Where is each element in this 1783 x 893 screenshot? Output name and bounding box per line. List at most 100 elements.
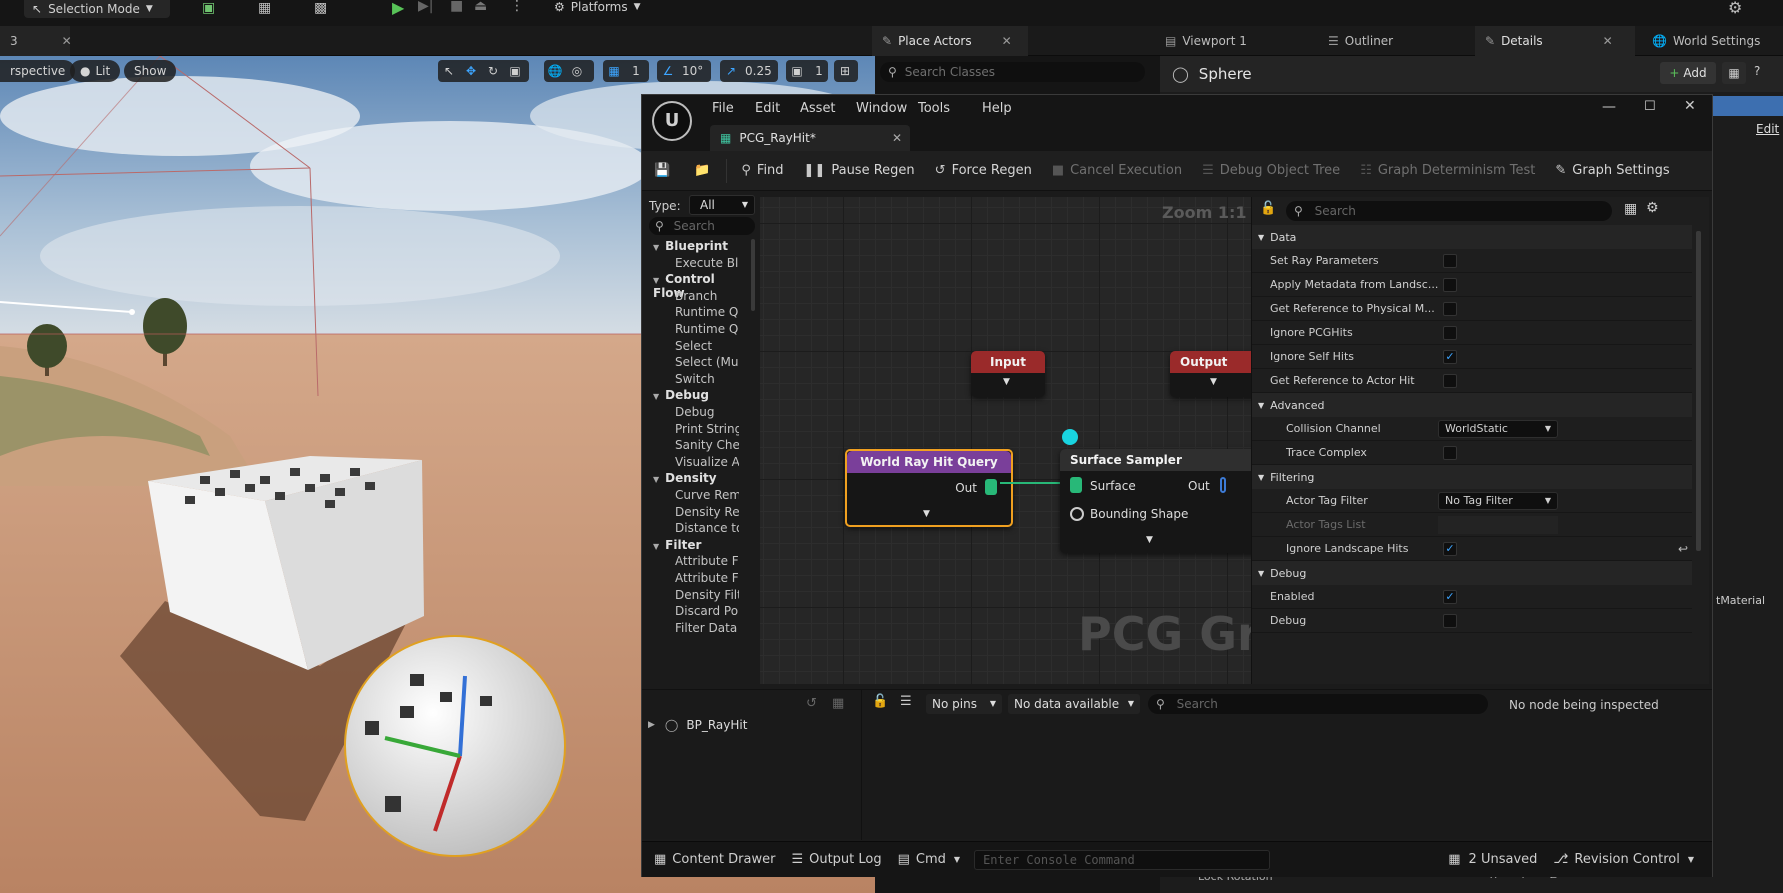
surface-sampler-node[interactable]: Surface Sampler Surface Out Bounding Sha… (1060, 449, 1251, 553)
close-icon[interactable]: ✕ (62, 34, 72, 48)
cmd-dropdown[interactable]: ▤ Cmd ▼ (890, 852, 968, 867)
menu-edit[interactable]: Edit (755, 101, 780, 116)
minimize-icon[interactable]: — (1602, 99, 1616, 115)
palette-scrollbar[interactable] (751, 239, 755, 311)
select-tool-icon[interactable]: ↖ (438, 60, 460, 82)
rotate-tool-icon[interactable]: ↻ (482, 60, 504, 82)
menu-tools[interactable]: Tools (918, 101, 950, 116)
details-scrollbar[interactable] (1696, 231, 1701, 551)
scale-snap[interactable]: ↗ 0.25 (720, 60, 778, 82)
palette-item[interactable]: Print String (675, 422, 739, 436)
palette-item[interactable]: Execute Blu (675, 256, 739, 270)
close-icon[interactable]: ✕ (892, 131, 902, 145)
tab-outliner[interactable]: ☰ Outliner (1318, 26, 1428, 56)
enabled-checkbox[interactable]: ✓ (1443, 589, 1457, 604)
place-actors-search[interactable]: ⚲ Search Classes (880, 62, 1145, 82)
console-input[interactable]: Enter Console Command (974, 849, 1271, 870)
output-log-button[interactable]: ☰ Output Log (783, 852, 889, 867)
tab-place-actors[interactable]: ✎ Place Actors ✕ (872, 26, 1028, 56)
lock-icon[interactable]: 🔓 (872, 694, 888, 709)
trace-complex-checkbox[interactable] (1443, 445, 1457, 460)
set-ray-parameters-checkbox[interactable] (1443, 253, 1457, 268)
angle-snap[interactable]: ∠ 10° (657, 60, 711, 82)
stop-icon[interactable]: ■ (450, 0, 463, 14)
ignore-landscape-hits-checkbox[interactable]: ✓ (1443, 541, 1457, 556)
palette-category[interactable]: ▼ Filter (653, 538, 701, 552)
ignore-pcg-hits-checkbox[interactable] (1443, 325, 1457, 340)
save-icon[interactable]: 💾 (642, 151, 682, 191)
edit-link[interactable]: Edit (1756, 122, 1779, 136)
show-button[interactable]: Show (124, 60, 177, 82)
palette-item[interactable]: Runtime Qu (675, 305, 739, 319)
blueprint-icon[interactable]: ▦ (258, 0, 271, 16)
lit-button[interactable]: ● Lit (70, 60, 121, 82)
grid-snap[interactable]: ▦ 1 (603, 60, 649, 82)
tab-world-settings[interactable]: 🌐 World Settings (1642, 26, 1783, 56)
debug-checkbox[interactable] (1443, 613, 1457, 628)
graph-determinism-test-button[interactable]: ☷ Graph Determinism Test (1350, 151, 1545, 191)
layout-button[interactable]: ⊞ (834, 60, 858, 82)
collision-channel-dropdown[interactable]: WorldStatic ▼ (1438, 420, 1558, 438)
selection-mode-button[interactable]: ↖ Selection Mode ▼ (24, 0, 170, 18)
move-tool-icon[interactable]: ✥ (460, 60, 482, 82)
menu-window[interactable]: Window (856, 101, 907, 116)
close-icon[interactable]: ✕ (1002, 34, 1012, 48)
tree-item-bp-rayhit[interactable]: ▶ ◯ BP_RayHit (648, 718, 747, 732)
tab-details[interactable]: ✎ Details ✕ (1475, 26, 1635, 56)
pcg-graph-canvas[interactable]: Zoom 1:1 PCG Graph Input ▼ Output ▼ Worl… (760, 197, 1251, 684)
close-window-icon[interactable]: ✕ (1684, 98, 1696, 114)
menu-help[interactable]: Help (982, 101, 1012, 116)
ignore-self-hits-checkbox[interactable]: ✓ (1443, 349, 1457, 364)
out-pin-icon[interactable] (985, 479, 997, 495)
section-data[interactable]: ▼ Data (1252, 225, 1692, 249)
camera-speed[interactable]: ▣ 1 (786, 60, 828, 82)
palette-category[interactable]: ▼ Debug (653, 388, 709, 402)
palette-category[interactable]: ▼ Blueprint (653, 239, 728, 253)
palette-item[interactable]: Runtime Qu (675, 322, 739, 336)
pins-dropdown[interactable]: No pins ▼ (926, 694, 1002, 714)
data-dropdown[interactable]: No data available ▼ (1008, 694, 1140, 714)
tab-viewport-1[interactable]: ▤ Viewport 1 (1155, 26, 1285, 56)
section-advanced[interactable]: ▼ Advanced (1252, 393, 1692, 417)
input-node[interactable]: Input ▼ (971, 351, 1045, 397)
unsaved-button[interactable]: ▦ 2 Unsaved (1440, 852, 1545, 867)
palette-item[interactable]: Branch (675, 289, 739, 303)
revision-control-button[interactable]: ⎇ Revision Control ▼ (1545, 852, 1702, 867)
chevron-down-icon[interactable]: ▼ (1003, 377, 1010, 387)
add-component-button[interactable]: + Add (1660, 62, 1716, 84)
browse-icon[interactable]: 📁 (682, 151, 722, 191)
close-icon[interactable]: ✕ (1603, 34, 1613, 48)
find-button[interactable]: ⚲ Find (731, 151, 793, 191)
inspect-search[interactable]: ⚲ Search (1148, 694, 1488, 714)
perspective-button[interactable]: rspective (0, 60, 76, 82)
platforms-button[interactable]: ⚙ Platforms ▼ (554, 0, 641, 14)
play-icon[interactable]: ▶ (392, 0, 404, 17)
palette-item[interactable]: Filter Data (675, 621, 739, 635)
palette-search[interactable]: ⚲ Search (649, 217, 755, 235)
content-drawer-button[interactable]: ▦ Content Drawer (646, 852, 783, 867)
cancel-execution-button[interactable]: ■ Cancel Execution (1042, 151, 1192, 191)
world-ray-hit-query-node[interactable]: World Ray Hit Query Out ▼ (845, 449, 1013, 527)
eject-icon[interactable]: ⏏ (474, 0, 487, 14)
force-regen-button[interactable]: ↺ Force Regen (925, 151, 1042, 191)
palette-item[interactable]: Density Re (675, 505, 739, 519)
filter-icon[interactable]: ▦ (832, 696, 844, 711)
section-debug[interactable]: ▼ Debug (1252, 561, 1692, 585)
chevron-down-icon[interactable]: ▼ (1146, 535, 1153, 545)
surface-out-pin-icon[interactable] (1220, 477, 1226, 493)
maximize-icon[interactable]: ☐ (1644, 99, 1656, 114)
chevron-down-icon[interactable]: ▼ (1210, 377, 1217, 387)
palette-item[interactable]: Attribute Fi (675, 571, 739, 585)
lock-icon[interactable]: 🔓 (1260, 201, 1276, 216)
section-filtering[interactable]: ▼ Filtering (1252, 465, 1692, 489)
gear-icon[interactable]: ⚙ (1646, 200, 1659, 216)
palette-item[interactable]: Select (Mul (675, 355, 739, 369)
palette-item[interactable]: Attribute Fi (675, 554, 739, 568)
palette-item[interactable]: Discard Po (675, 604, 739, 618)
pause-regen-button[interactable]: ❚❚ Pause Regen (794, 151, 925, 191)
bounding-pin-icon[interactable] (1070, 507, 1084, 521)
palette-item[interactable]: Curve Rem (675, 488, 739, 502)
add-actor-icon[interactable]: ▣ (202, 0, 215, 16)
reset-to-default-icon[interactable]: ↩ (1678, 542, 1688, 556)
output-node[interactable]: Output ▼ (1170, 351, 1251, 397)
